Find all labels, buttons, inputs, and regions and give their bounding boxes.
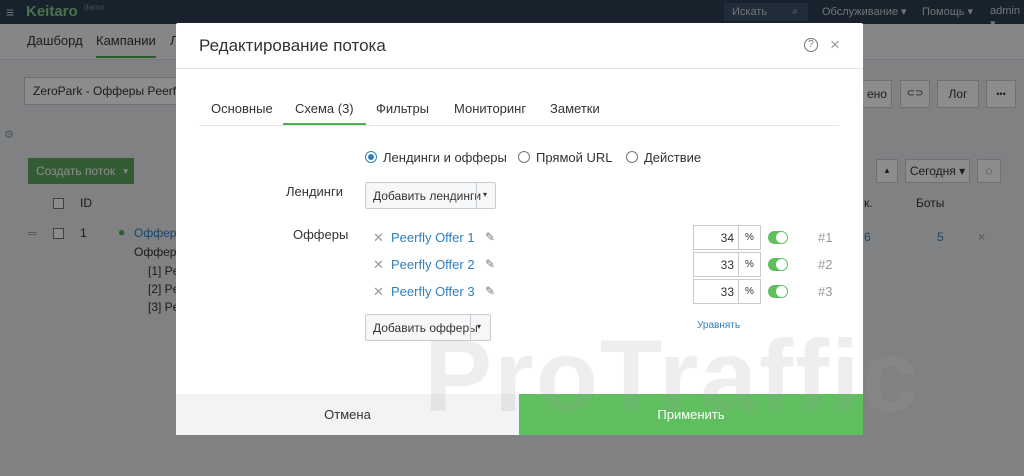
offer-share-value: 33 [720, 285, 734, 299]
help-icon[interactable]: ? [804, 38, 818, 52]
tab-filters[interactable]: Фильтры [376, 101, 429, 116]
tab-notes[interactable]: Заметки [550, 101, 600, 116]
edit-offer-icon[interactable]: ✎ [485, 284, 495, 298]
percent-unit: % [738, 280, 760, 303]
add-offers-button[interactable]: Добавить офферы ▾ [365, 314, 491, 341]
radio-unselected-icon [518, 151, 530, 163]
offer-share-input[interactable]: 34 % [693, 225, 761, 250]
dialog-footer: Отмена Применить [176, 394, 863, 435]
percent-unit: % [738, 253, 760, 276]
remove-offer-icon[interactable]: ✕ [373, 230, 384, 246]
offer-enabled-toggle[interactable] [768, 258, 788, 271]
remove-offer-icon[interactable]: ✕ [373, 257, 384, 273]
radio-label: Действие [644, 150, 702, 165]
offer-enabled-toggle[interactable] [768, 231, 788, 244]
radio-label: Прямой URL [536, 150, 613, 165]
radio-selected-icon [365, 151, 377, 163]
add-landings-label: Добавить лендинги [373, 189, 482, 203]
apply-button[interactable]: Применить [519, 394, 863, 435]
offer-name-link[interactable]: Peerfly Offer 3 [391, 284, 475, 299]
offer-share-input[interactable]: 33 % [693, 252, 761, 277]
edit-offer-icon[interactable]: ✎ [485, 257, 495, 271]
offer-row: ✕ Peerfly Offer 1 ✎ 34 % #1 [365, 225, 839, 251]
offer-share-input[interactable]: 33 % [693, 279, 761, 304]
cancel-button[interactable]: Отмена [176, 394, 519, 435]
offer-number: #1 [818, 230, 833, 245]
dialog-header: Редактирование потока ? × [176, 23, 863, 69]
add-landings-button[interactable]: Добавить лендинги ▾ [365, 182, 496, 209]
chevron-down-icon[interactable]: ▾ [483, 190, 487, 199]
remove-offer-icon[interactable]: ✕ [373, 284, 384, 300]
offer-name-link[interactable]: Peerfly Offer 1 [391, 230, 475, 245]
tab-scheme[interactable]: Схема (3) [283, 95, 366, 125]
percent-unit: % [738, 226, 760, 249]
offer-share-value: 33 [720, 258, 734, 272]
edit-flow-dialog: Редактирование потока ? × Основные Схема… [176, 23, 863, 435]
offer-row: ✕ Peerfly Offer 2 ✎ 33 % #2 [365, 252, 839, 278]
edit-offer-icon[interactable]: ✎ [485, 230, 495, 244]
offer-number: #3 [818, 284, 833, 299]
add-offers-label: Добавить офферы [373, 321, 478, 335]
equalize-link[interactable]: Уравнять [697, 320, 740, 331]
divider [470, 315, 471, 340]
offer-share-value: 34 [720, 231, 734, 245]
dialog-tabs: Основные Схема (3) Фильтры Мониторинг За… [199, 95, 839, 126]
radio-label: Лендинги и офферы [383, 150, 507, 165]
radio-unselected-icon [626, 151, 638, 163]
landings-label: Лендинги [286, 184, 343, 199]
chevron-down-icon[interactable]: ▾ [477, 322, 481, 331]
offer-number: #2 [818, 257, 833, 272]
tab-basic[interactable]: Основные [211, 101, 273, 116]
offer-enabled-toggle[interactable] [768, 285, 788, 298]
dialog-title: Редактирование потока [199, 36, 386, 55]
offer-name-link[interactable]: Peerfly Offer 2 [391, 257, 475, 272]
offers-label: Офферы [293, 227, 349, 242]
divider [476, 183, 477, 208]
offer-row: ✕ Peerfly Offer 3 ✎ 33 % #3 [365, 279, 839, 305]
close-icon[interactable]: × [830, 35, 840, 55]
tab-monitoring[interactable]: Мониторинг [454, 101, 526, 116]
